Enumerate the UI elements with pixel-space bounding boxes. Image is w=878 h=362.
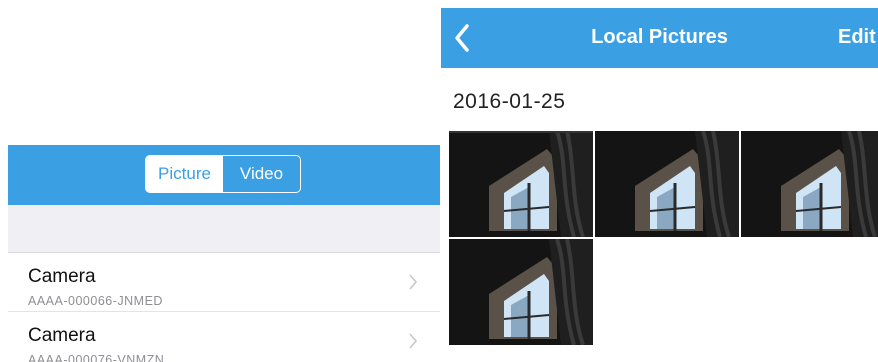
local-pictures-screen: Local Pictures Edit 2016-01-25 <box>441 8 878 362</box>
chevron-right-icon <box>409 274 418 290</box>
photo-thumbnail[interactable] <box>741 131 878 237</box>
camera-list: Camera AAAA-000066-JNMED Camera AAAA-000… <box>8 253 440 362</box>
date-group-header: 2016-01-25 <box>453 90 566 113</box>
navigation-bar: Local Pictures Edit <box>441 8 878 68</box>
camera-row[interactable]: Camera AAAA-000066-JNMED <box>8 253 440 312</box>
photo-thumbnail[interactable] <box>449 131 593 237</box>
section-spacer <box>8 205 440 253</box>
header-bar: Picture Video <box>8 145 440 205</box>
camera-name: Camera <box>28 266 96 287</box>
segment-video[interactable]: Video <box>223 156 300 192</box>
camera-id: AAAA-000066-JNMED <box>28 294 163 308</box>
edit-button[interactable]: Edit <box>838 26 876 49</box>
picture-video-segmented-control: Picture Video <box>145 155 301 193</box>
camera-name: Camera <box>28 325 96 346</box>
camera-list-screen: Picture Video Camera AAAA-000066-JNMED C… <box>8 145 440 362</box>
chevron-right-icon <box>409 333 418 349</box>
photo-thumbnail[interactable] <box>595 131 739 237</box>
page-title: Local Pictures <box>591 26 728 48</box>
camera-row[interactable]: Camera AAAA-000076-VNMZN <box>8 312 440 362</box>
camera-id: AAAA-000076-VNMZN <box>28 353 165 362</box>
photo-thumbnail[interactable] <box>449 239 593 345</box>
segment-picture[interactable]: Picture <box>146 156 223 192</box>
